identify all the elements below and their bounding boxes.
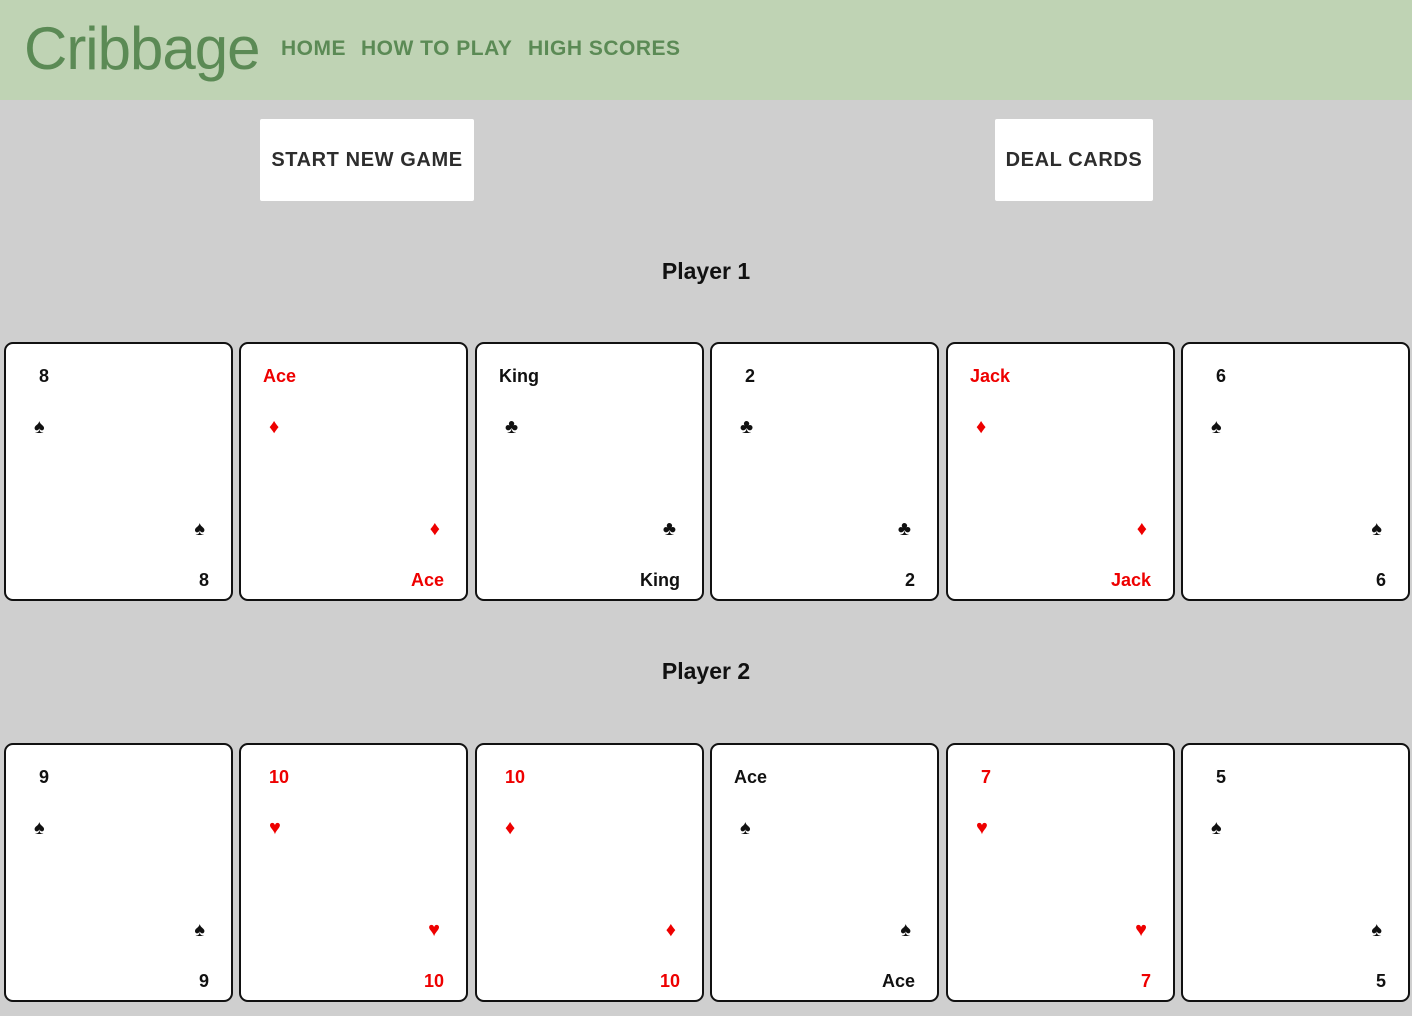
- spades-icon: ♠: [1371, 518, 1382, 540]
- card-rank-bottom: King: [640, 570, 680, 590]
- card-rank-bottom: Ace: [881, 971, 915, 991]
- card-rank-bottom: 10: [423, 971, 444, 991]
- player-1-label: Player 1: [661, 258, 751, 284]
- card-rank-top: Ace: [263, 366, 297, 386]
- playing-card[interactable]: 5 ♠ ♠ 5: [1181, 743, 1410, 1002]
- spades-icon: ♠: [1371, 919, 1382, 941]
- spades-icon: ♠: [1211, 416, 1222, 438]
- card-rank-top: 9: [38, 767, 49, 787]
- card-rank-bottom: 10: [659, 971, 680, 991]
- spades-icon: ♠: [900, 919, 911, 941]
- hearts-icon: ♥: [428, 919, 440, 941]
- clubs-icon: ♣: [740, 416, 754, 438]
- card-rank-bottom: 7: [1140, 971, 1151, 991]
- card-rank-top: 6: [1215, 366, 1226, 386]
- spades-icon: ♠: [34, 817, 45, 839]
- hearts-icon: ♥: [1135, 919, 1147, 941]
- diamonds-icon: ♦: [1136, 518, 1147, 540]
- card-rank-bottom: Jack: [1110, 570, 1151, 590]
- clubs-icon: ♣: [897, 518, 911, 540]
- card-rank-top: Jack: [970, 366, 1011, 386]
- player-2-hand: 9 ♠ ♠ 9 10 ♥ ♥ 10 10 ♦ ♦ 10 Ace ♠ ♠ Ace 7 ♥ ♥ 7 5 ♠ ♠ 5: [0, 743, 1412, 1002]
- card-rank-bottom: 8: [198, 570, 209, 590]
- spades-icon: ♠: [740, 817, 751, 839]
- card-rank-top: 8: [38, 366, 49, 386]
- playing-card[interactable]: Ace ♦ ♦ Ace: [239, 342, 468, 601]
- nav-high-scores[interactable]: HIGH SCORES: [528, 36, 681, 62]
- nav-home[interactable]: HOME: [281, 36, 346, 62]
- clubs-icon: ♣: [505, 416, 519, 438]
- playing-card[interactable]: King ♣ ♣ King: [475, 342, 704, 601]
- card-rank-top: 7: [980, 767, 991, 787]
- start-new-game-button[interactable]: START NEW GAME: [260, 119, 474, 201]
- card-rank-bottom: 9: [198, 971, 209, 991]
- card-rank-top: 5: [1215, 767, 1226, 787]
- app-logo-title[interactable]: Cribbage: [24, 14, 260, 84]
- deal-cards-button[interactable]: DEAL CARDS: [995, 119, 1153, 201]
- card-rank-top: King: [499, 366, 539, 386]
- playing-card[interactable]: 10 ♥ ♥ 10: [239, 743, 468, 1002]
- diamonds-icon: ♦: [269, 416, 280, 438]
- card-rank-top: 10: [268, 767, 290, 787]
- diamonds-icon: ♦: [665, 919, 676, 941]
- hearts-icon: ♥: [976, 817, 988, 839]
- app-header: Cribbage HOME HOW TO PLAY HIGH SCORES: [0, 0, 1412, 100]
- playing-card[interactable]: 10 ♦ ♦ 10: [475, 743, 704, 1002]
- spades-icon: ♠: [194, 919, 205, 941]
- playing-card[interactable]: 2 ♣ ♣ 2: [710, 342, 939, 601]
- clubs-icon: ♣: [662, 518, 676, 540]
- card-rank-bottom: Ace: [410, 570, 444, 590]
- card-rank-bottom: 2: [904, 570, 915, 590]
- playing-card[interactable]: Ace ♠ ♠ Ace: [710, 743, 939, 1002]
- player-2-label: Player 2: [661, 658, 751, 684]
- playing-card[interactable]: 6 ♠ ♠ 6: [1181, 342, 1410, 601]
- diamonds-icon: ♦: [429, 518, 440, 540]
- spades-icon: ♠: [34, 416, 45, 438]
- hearts-icon: ♥: [269, 817, 281, 839]
- player-1-hand: 8 ♠ ♠ 8 Ace ♦ ♦ Ace King ♣ ♣ King 2 ♣ ♣ 2 Jack ♦ ♦ Jack 6 ♠ ♠ 6: [0, 342, 1412, 601]
- playing-card[interactable]: 9 ♠ ♠ 9: [4, 743, 233, 1002]
- spades-icon: ♠: [194, 518, 205, 540]
- playing-card[interactable]: Jack ♦ ♦ Jack: [946, 342, 1175, 601]
- playing-card[interactable]: 8 ♠ ♠ 8: [4, 342, 233, 601]
- diamonds-icon: ♦: [505, 817, 516, 839]
- playing-card[interactable]: 7 ♥ ♥ 7: [946, 743, 1175, 1002]
- diamonds-icon: ♦: [976, 416, 987, 438]
- card-rank-top: 2: [744, 366, 755, 386]
- spades-icon: ♠: [1211, 817, 1222, 839]
- card-rank-top: Ace: [734, 767, 768, 787]
- card-rank-bottom: 5: [1375, 971, 1386, 991]
- card-rank-top: 10: [504, 767, 526, 787]
- card-rank-bottom: 6: [1375, 570, 1386, 590]
- nav-how-to-play[interactable]: HOW TO PLAY: [361, 36, 512, 62]
